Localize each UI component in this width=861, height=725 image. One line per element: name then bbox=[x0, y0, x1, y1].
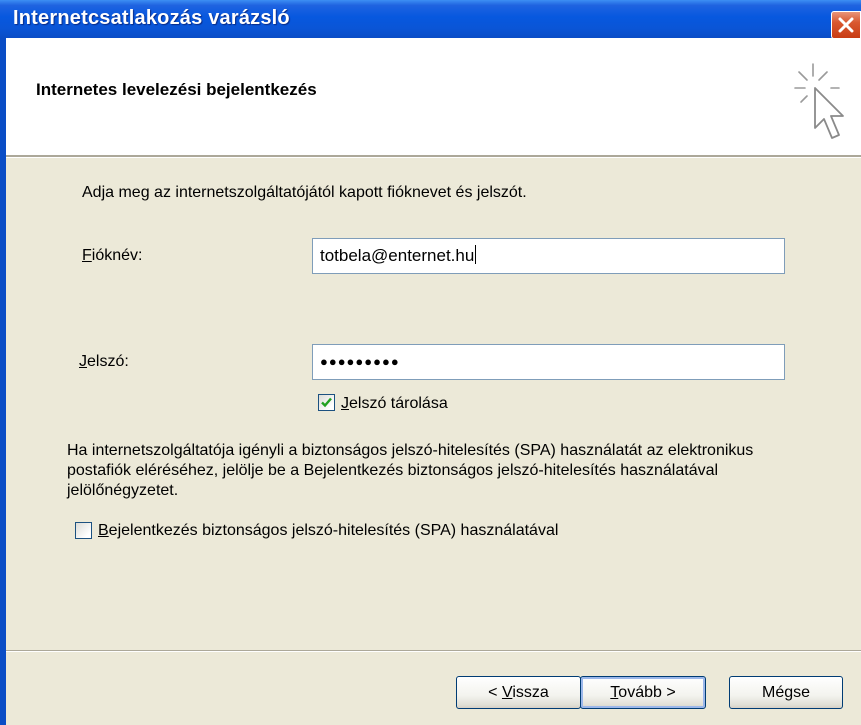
wizard-window: Internetcsatlakozás varázsló Internetes … bbox=[0, 0, 861, 725]
password-input[interactable]: ●●●●●●●●● bbox=[312, 344, 785, 380]
account-name-input[interactable]: totbela@enternet.hu bbox=[312, 238, 785, 274]
text-cursor bbox=[475, 245, 477, 264]
title-bar[interactable]: Internetcsatlakozás varázsló bbox=[0, 0, 861, 39]
spa-description: Ha internetszolgáltatója igényli a bizto… bbox=[67, 442, 754, 499]
password-label: Jelszó: bbox=[79, 353, 129, 370]
intro-text: Adja meg az internetszolgáltatójától kap… bbox=[82, 184, 527, 201]
cancel-button[interactable]: Mégse bbox=[729, 676, 843, 709]
footer-divider bbox=[6, 650, 861, 652]
remember-password-checkbox[interactable] bbox=[318, 394, 335, 411]
password-value: ●●●●●●●●● bbox=[320, 354, 400, 369]
back-button[interactable]: < Vissza bbox=[456, 676, 581, 709]
spa-checkbox-label[interactable]: Bejelentkezés biztonságos jelszó-hiteles… bbox=[98, 522, 558, 540]
remember-password-label[interactable]: Jelszó tárolása bbox=[341, 395, 448, 413]
account-name-value: totbela@enternet.hu bbox=[320, 246, 475, 265]
checkmark-icon bbox=[321, 397, 332, 408]
account-name-label: Fióknév: bbox=[82, 247, 143, 264]
cursor-sparkle-icon bbox=[794, 63, 844, 139]
next-button[interactable]: Tovább > bbox=[580, 676, 706, 709]
window-title: Internetcsatlakozás varázsló bbox=[13, 7, 290, 29]
close-button[interactable] bbox=[831, 11, 861, 39]
header-divider bbox=[6, 155, 861, 158]
spa-checkbox[interactable] bbox=[75, 522, 92, 539]
window-left-border bbox=[0, 38, 6, 725]
page-title: Internetes levelezési bejelentkezés bbox=[36, 80, 317, 99]
close-icon bbox=[838, 17, 854, 33]
